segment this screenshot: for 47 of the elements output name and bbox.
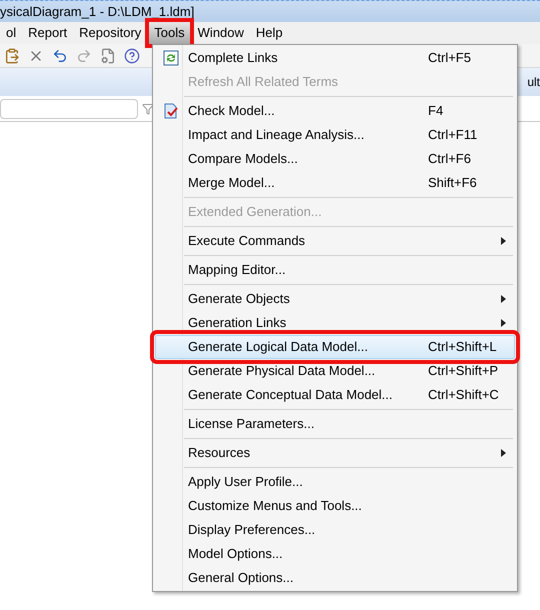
filter-field[interactable]: [0, 98, 138, 118]
submenu-arrow-icon: [501, 237, 506, 245]
menu-item[interactable]: Resources: [155, 441, 515, 465]
menu-bar-item[interactable]: ol: [0, 22, 22, 44]
menu-item[interactable]: Impact and Lineage Analysis... Ctrl+F11: [155, 123, 515, 147]
menu-item[interactable]: Check Model... F4: [155, 99, 515, 123]
shortcut-label: Ctrl+Shift+L: [428, 338, 497, 356]
menu-item[interactable]: Model Options...: [155, 542, 515, 566]
menu-item[interactable]: Complete Links Ctrl+F5: [155, 46, 515, 70]
menu-item[interactable]: Merge Model... Shift+F6: [155, 171, 515, 195]
menu-item[interactable]: Generate Physical Data Model... Ctrl+Shift+P: [155, 359, 515, 383]
shortcut-label: Ctrl+F5: [428, 49, 471, 68]
redo-icon[interactable]: [76, 48, 92, 64]
menu-bar-item[interactable]: Help: [250, 22, 289, 44]
menu-item[interactable]: Generate Objects: [155, 287, 515, 311]
menu-item[interactable]: Mapping Editor...: [155, 258, 515, 282]
shortcut-label: Ctrl+Shift+C: [428, 386, 499, 404]
menu-bar-item[interactable]: Tools: [149, 22, 190, 44]
menu-bar-item[interactable]: Window: [192, 22, 250, 44]
menu-item[interactable]: Customize Menus and Tools...: [155, 494, 515, 518]
menu-item[interactable]: Generate Conceptual Data Model... Ctrl+Shift+C: [155, 383, 515, 407]
shortcut-label: Shift+F6: [428, 174, 477, 192]
menu-item[interactable]: Execute Commands: [155, 229, 515, 253]
menu-bar-item[interactable]: Report: [22, 22, 74, 44]
undo-icon[interactable]: [52, 48, 68, 64]
document-check-icon: [163, 103, 179, 119]
shortcut-label: F4: [428, 102, 444, 120]
filter-icon[interactable]: [142, 102, 154, 114]
submenu-arrow-icon: [501, 295, 506, 303]
shortcut-label: Ctrl+Shift+P: [428, 362, 498, 380]
shortcut-label: Ctrl+F6: [428, 150, 471, 168]
submenu-arrow-icon: [501, 319, 506, 327]
window-title: ysicalDiagram_1 - D:\LDM_1.ldm]: [0, 2, 194, 21]
submenu-arrow-icon: [501, 449, 506, 457]
properties-icon[interactable]: [100, 48, 116, 64]
paste-icon[interactable]: [4, 48, 20, 64]
menu-item[interactable]: Generation Links: [155, 311, 515, 335]
menu-item[interactable]: Apply User Profile...: [155, 470, 515, 494]
menu-item[interactable]: Compare Models... Ctrl+F6: [155, 147, 515, 171]
menu-item[interactable]: General Options...: [155, 566, 515, 590]
tab-label[interactable]: ult: [527, 73, 540, 91]
refresh-arrows-icon: [163, 50, 179, 66]
menu-item[interactable]: Display Preferences...: [155, 518, 515, 542]
menu-bar-item[interactable]: Repository: [73, 22, 148, 44]
help-icon[interactable]: [124, 48, 140, 64]
menu-item[interactable]: License Parameters...: [155, 412, 515, 436]
shortcut-label: Ctrl+F11: [428, 126, 478, 144]
